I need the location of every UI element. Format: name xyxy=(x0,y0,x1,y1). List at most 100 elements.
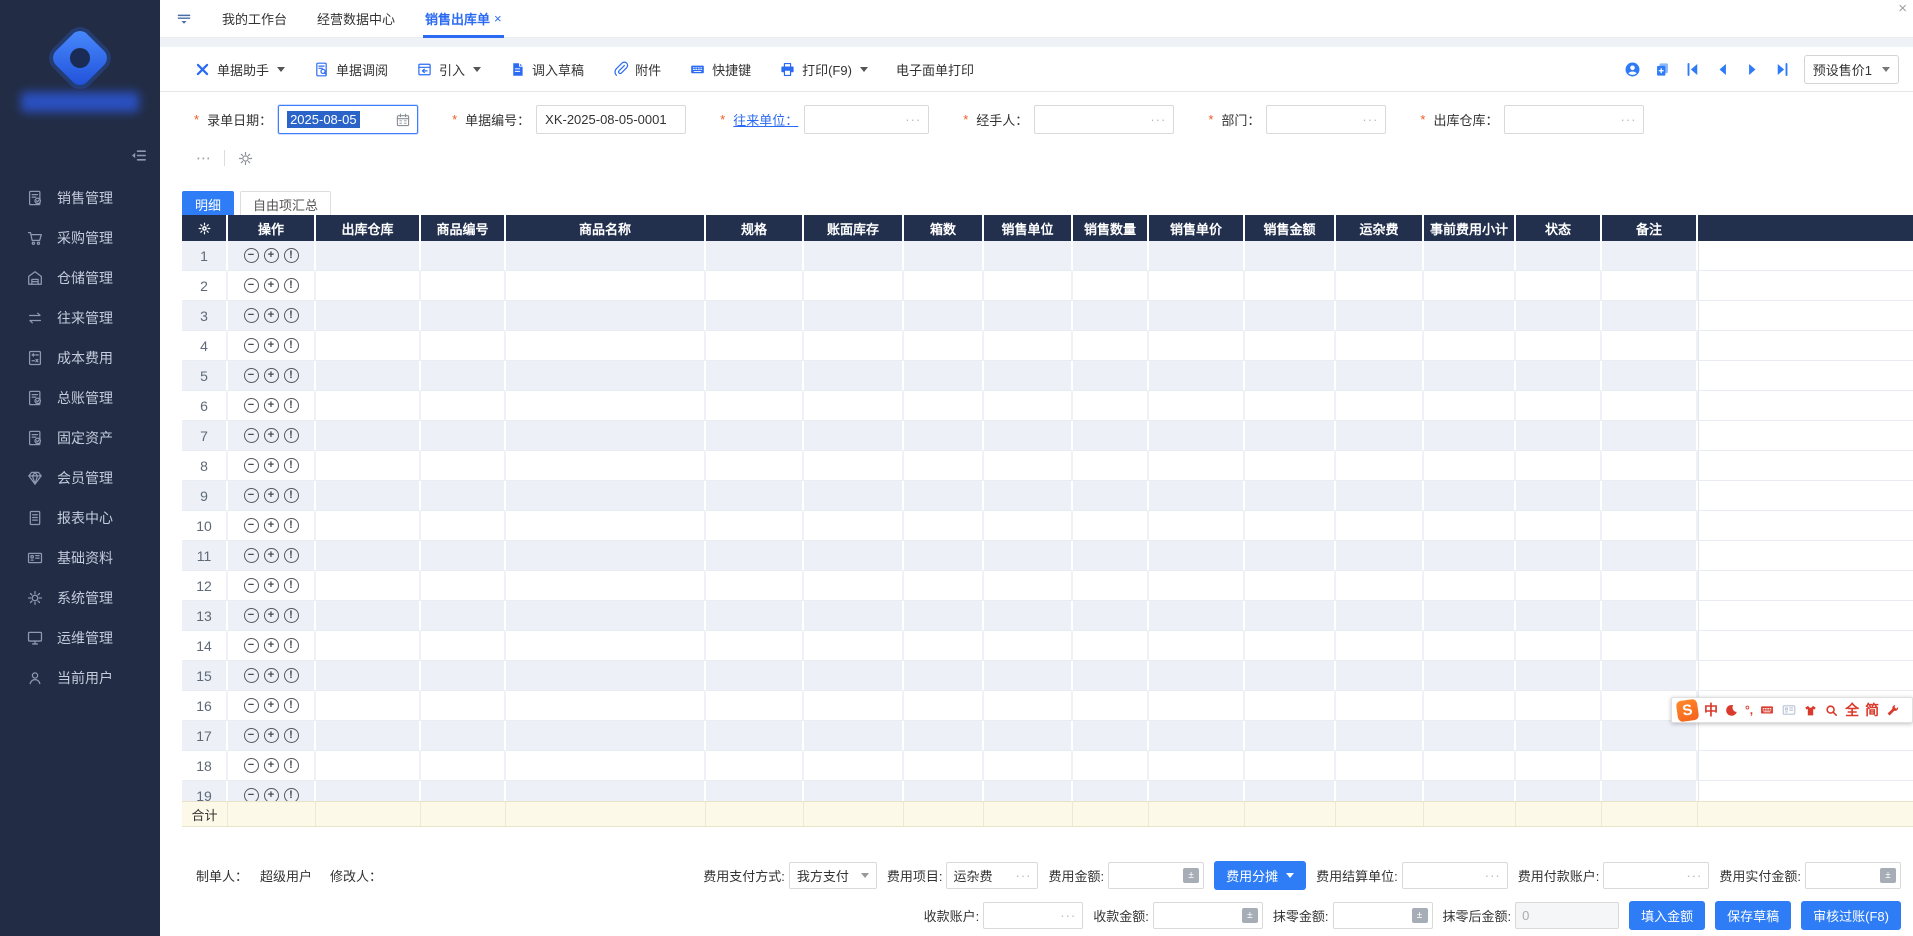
grid-cell[interactable] xyxy=(506,271,706,301)
grid-cell[interactable] xyxy=(904,481,984,511)
grid-cell[interactable] xyxy=(804,481,904,511)
grid-cell[interactable] xyxy=(1073,331,1149,361)
remove-row-icon[interactable]: − xyxy=(244,488,259,503)
grid-cell[interactable] xyxy=(421,361,506,391)
grid-cell[interactable] xyxy=(706,751,804,781)
grid-cell[interactable] xyxy=(984,541,1073,571)
sidebar-item-11[interactable]: 系统管理 xyxy=(0,578,160,618)
lookup-ellipsis-icon[interactable]: ··· xyxy=(1485,868,1501,883)
lookup-ellipsis-icon[interactable]: ··· xyxy=(1620,112,1636,127)
grid-cell[interactable] xyxy=(1602,511,1698,541)
grid-cell[interactable] xyxy=(1602,241,1698,271)
toolbar-button-3[interactable]: 引入 xyxy=(416,60,481,79)
grid-cell[interactable] xyxy=(804,421,904,451)
grid-cell[interactable] xyxy=(706,721,804,751)
grid-cell[interactable] xyxy=(1602,301,1698,331)
grid-cell[interactable] xyxy=(1516,631,1602,661)
grid-cell[interactable] xyxy=(421,661,506,691)
grid-cell[interactable] xyxy=(984,781,1073,801)
calculator-icon[interactable]: ± xyxy=(1242,908,1258,923)
grid-cell[interactable] xyxy=(984,241,1073,271)
grid-cell[interactable] xyxy=(706,571,804,601)
grid-cell[interactable] xyxy=(1602,391,1698,421)
grid-cell[interactable] xyxy=(804,721,904,751)
grid-cell[interactable] xyxy=(804,781,904,801)
grid-cell[interactable] xyxy=(1336,391,1424,421)
row-info-icon[interactable]: ! xyxy=(284,728,299,743)
grid-cell[interactable] xyxy=(1516,601,1602,631)
remove-row-icon[interactable]: − xyxy=(244,638,259,653)
lookup-ellipsis-icon[interactable]: ··· xyxy=(905,112,921,127)
column-header-13[interactable]: 事前费用小计 xyxy=(1424,215,1516,241)
grid-cell[interactable] xyxy=(1073,511,1149,541)
grid-cell[interactable] xyxy=(506,721,706,751)
grid-cell[interactable] xyxy=(1149,361,1245,391)
grid-cell[interactable] xyxy=(1149,661,1245,691)
grid-cell[interactable] xyxy=(984,571,1073,601)
grid-cell[interactable] xyxy=(1245,541,1336,571)
grid-cell[interactable] xyxy=(1245,571,1336,601)
grid-cell[interactable] xyxy=(1245,751,1336,781)
grid-cell[interactable] xyxy=(1516,511,1602,541)
text-input[interactable]: XK-2025-08-05-0001 xyxy=(536,105,686,134)
grid-cell[interactable] xyxy=(984,511,1073,541)
column-header-7[interactable]: 箱数 xyxy=(904,215,984,241)
grid-cell[interactable] xyxy=(804,271,904,301)
grid-cell[interactable] xyxy=(316,721,421,751)
grid-cell[interactable] xyxy=(1516,571,1602,601)
grid-cell[interactable] xyxy=(904,631,984,661)
grid-cell[interactable] xyxy=(1602,331,1698,361)
grid-cell[interactable] xyxy=(1073,691,1149,721)
receive-amount-input[interactable]: ± xyxy=(1153,902,1263,929)
row-info-icon[interactable]: ! xyxy=(284,698,299,713)
grid-cell[interactable] xyxy=(984,601,1073,631)
row-info-icon[interactable]: ! xyxy=(284,278,299,293)
remove-row-icon[interactable]: − xyxy=(244,278,259,293)
calendar-icon[interactable] xyxy=(395,112,411,128)
grid-cell[interactable] xyxy=(421,571,506,601)
column-header-9[interactable]: 销售数量 xyxy=(1073,215,1149,241)
grid-cell[interactable] xyxy=(1245,391,1336,421)
grid-cell[interactable] xyxy=(1424,631,1516,661)
grid-cell[interactable] xyxy=(1516,241,1602,271)
grid-cell[interactable] xyxy=(1073,721,1149,751)
column-header-4[interactable]: 商品名称 xyxy=(506,215,706,241)
user-fill-button[interactable] xyxy=(1624,61,1641,78)
grid-cell[interactable] xyxy=(904,751,984,781)
sidebar-item-4[interactable]: 往来管理 xyxy=(0,298,160,338)
grid-cell[interactable] xyxy=(984,331,1073,361)
grid-cell[interactable] xyxy=(506,751,706,781)
grid-cell[interactable] xyxy=(1073,301,1149,331)
column-header-1[interactable]: 操作 xyxy=(228,215,316,241)
lookup-input[interactable]: ··· xyxy=(1504,105,1644,134)
remove-row-icon[interactable]: − xyxy=(244,578,259,593)
grid-cell[interactable] xyxy=(1424,721,1516,751)
grid-cell[interactable] xyxy=(706,301,804,331)
ime-simplified-icon[interactable]: 简 xyxy=(1865,703,1879,717)
add-row-icon[interactable]: + xyxy=(264,638,279,653)
row-info-icon[interactable]: ! xyxy=(284,488,299,503)
grid-cell[interactable] xyxy=(904,361,984,391)
grid-cell[interactable] xyxy=(506,241,706,271)
grid-cell[interactable] xyxy=(1336,511,1424,541)
sidebar-item-12[interactable]: 运维管理 xyxy=(0,618,160,658)
grid-cell[interactable] xyxy=(506,481,706,511)
grid-cell[interactable] xyxy=(421,391,506,421)
nav-next-button[interactable] xyxy=(1744,61,1761,78)
grid-cell[interactable] xyxy=(316,481,421,511)
grid-cell[interactable] xyxy=(1245,631,1336,661)
add-row-icon[interactable]: + xyxy=(264,758,279,773)
grid-cell[interactable] xyxy=(904,271,984,301)
grid-cell[interactable] xyxy=(421,271,506,301)
grid-cell[interactable] xyxy=(1149,601,1245,631)
grid-cell[interactable] xyxy=(1245,241,1336,271)
grid-cell[interactable] xyxy=(1073,601,1149,631)
row-info-icon[interactable]: ! xyxy=(284,668,299,683)
grid-cell[interactable] xyxy=(804,601,904,631)
grid-cell[interactable] xyxy=(421,481,506,511)
nav-tab-3[interactable]: 销售出库单× xyxy=(425,0,502,38)
grid-cell[interactable] xyxy=(1073,781,1149,801)
grid-cell[interactable] xyxy=(506,571,706,601)
column-header-2[interactable]: 出库仓库 xyxy=(316,215,421,241)
grid-cell[interactable] xyxy=(1336,571,1424,601)
